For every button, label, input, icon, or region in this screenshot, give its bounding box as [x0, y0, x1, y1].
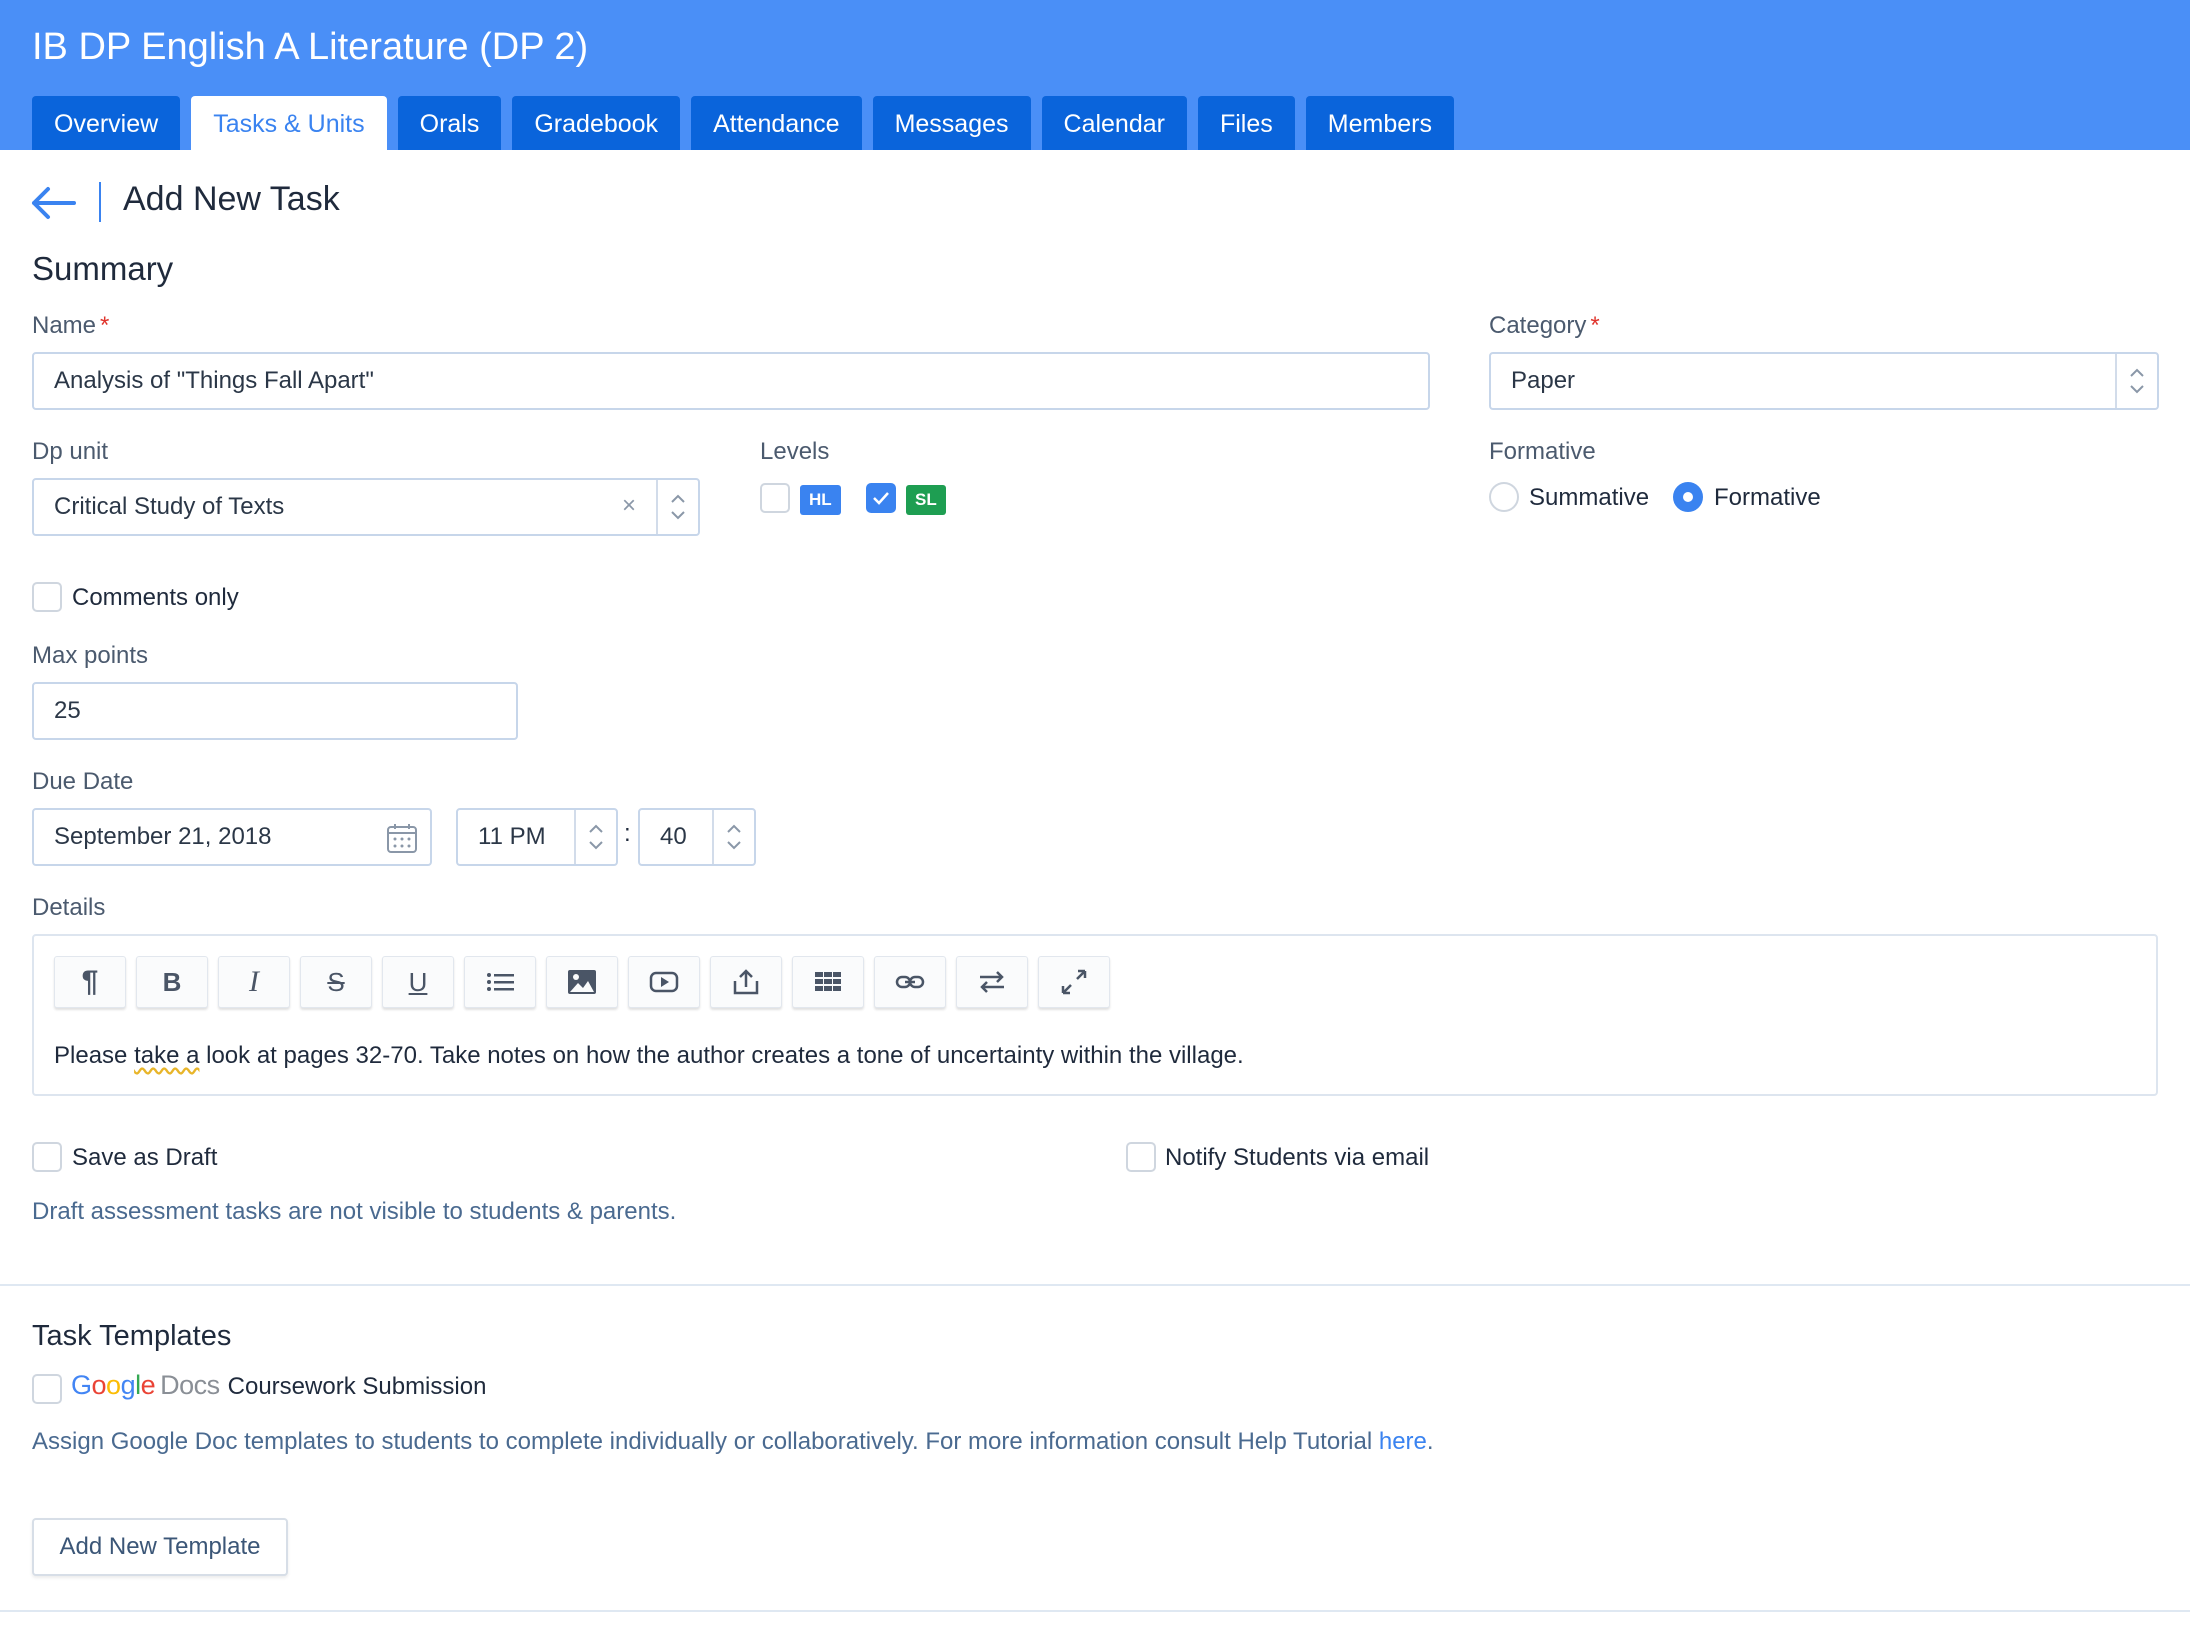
chevron-down-icon [589, 841, 603, 850]
due-date-label: Due Date [32, 768, 134, 795]
formative-label: Formative [1489, 438, 1596, 465]
max-points-input[interactable]: 25 [32, 682, 518, 740]
dp-unit-value: Critical Study of Texts [54, 493, 285, 520]
due-date-value: September 21, 2018 [54, 823, 272, 850]
chevron-up-icon [727, 824, 741, 833]
checkmark-icon [873, 492, 889, 505]
notify-students-label: Notify Students via email [1165, 1144, 1430, 1171]
due-minute-input[interactable]: 40 [638, 808, 756, 866]
swap-icon[interactable] [956, 956, 1028, 1008]
tab-tasks-units[interactable]: Tasks & Units [191, 96, 387, 150]
tab-overview[interactable]: Overview [32, 96, 181, 150]
dp-unit-select[interactable]: Critical Study of Texts × [32, 478, 700, 536]
save-draft-label: Save as Draft [72, 1144, 218, 1171]
task-templates-heading: Task Templates [32, 1320, 232, 1352]
underline-icon[interactable]: U [382, 956, 454, 1008]
bottom-divider [0, 1610, 2190, 1612]
category-value: Paper [1511, 367, 1576, 394]
tab-attendance[interactable]: Attendance [691, 96, 862, 150]
required-marker: * [1590, 312, 1600, 339]
chevron-down-icon [727, 841, 741, 850]
templates-info: Assign Google Doc templates to students … [32, 1428, 1434, 1455]
tab-gradebook[interactable]: Gradebook [512, 96, 681, 150]
upload-icon[interactable] [710, 956, 782, 1008]
italic-icon[interactable]: I [218, 956, 290, 1008]
chevron-up-icon [2130, 368, 2144, 377]
comments-only-checkbox[interactable] [32, 582, 62, 612]
comments-only-label: Comments only [72, 584, 239, 611]
chevron-down-icon [671, 511, 685, 520]
level-hl-badge: HL [800, 485, 841, 515]
category-select[interactable]: Paper [1489, 352, 2159, 410]
level-sl-checkbox[interactable] [866, 483, 896, 513]
chevron-up-icon [671, 494, 685, 503]
formative-radio[interactable] [1673, 482, 1703, 512]
summary-heading: Summary [32, 250, 174, 287]
image-icon[interactable] [546, 956, 618, 1008]
course-tabs: Overview Tasks & Units Orals Gradebook A… [32, 96, 1454, 150]
due-date-input[interactable]: September 21, 2018 [32, 808, 432, 866]
title-divider [99, 182, 101, 222]
summative-radio[interactable] [1489, 482, 1519, 512]
section-divider [0, 1284, 2190, 1286]
draft-note: Draft assessment tasks are not visible t… [32, 1198, 677, 1225]
max-points-value: 25 [54, 697, 81, 724]
course-title: IB DP English A Literature (DP 2) [32, 26, 589, 68]
add-new-template-button[interactable]: Add New Template [32, 1518, 288, 1576]
strikethrough-icon[interactable]: S [300, 956, 372, 1008]
editor-toolbar: ¶ B I S U [54, 956, 1110, 1008]
link-icon[interactable] [874, 956, 946, 1008]
clear-icon[interactable]: × [622, 492, 636, 520]
name-value: Analysis of "Things Fall Apart" [54, 367, 374, 394]
chevron-up-icon [589, 824, 603, 833]
google-docs-option: Google Docs Coursework Submission [71, 1370, 486, 1401]
paragraph-icon[interactable]: ¶ [54, 956, 126, 1008]
required-marker: * [100, 312, 110, 339]
level-sl-badge: SL [906, 485, 946, 515]
google-docs-logo: Google Docs [71, 1370, 220, 1400]
level-hl-checkbox[interactable] [760, 483, 790, 513]
page-title: Add New Task [123, 180, 340, 218]
fullscreen-icon[interactable] [1038, 956, 1110, 1008]
details-editor[interactable]: ¶ B I S U Please take a look at pages 32… [32, 934, 2158, 1096]
name-input[interactable]: Analysis of "Things Fall Apart" [32, 352, 1430, 410]
levels-label: Levels [760, 438, 830, 465]
summative-option-label: Summative [1529, 484, 1650, 511]
category-label: Category * [1489, 312, 1600, 339]
tab-calendar[interactable]: Calendar [1041, 96, 1187, 150]
calendar-icon[interactable] [386, 822, 418, 854]
due-minute-value: 40 [660, 823, 687, 850]
back-arrow-icon[interactable] [30, 184, 76, 222]
course-header: IB DP English A Literature (DP 2) Overvi… [0, 0, 2190, 150]
tab-files[interactable]: Files [1197, 96, 1295, 150]
max-points-label: Max points [32, 642, 149, 669]
dp-unit-spinner[interactable] [656, 480, 698, 534]
name-label: Name * [32, 312, 110, 339]
bold-icon[interactable]: B [136, 956, 208, 1008]
details-label: Details [32, 894, 106, 921]
save-draft-checkbox[interactable] [32, 1142, 62, 1172]
time-separator: : [624, 820, 631, 847]
due-minute-spinner[interactable] [712, 810, 754, 864]
tab-orals[interactable]: Orals [397, 96, 502, 150]
notify-students-checkbox[interactable] [1126, 1142, 1156, 1172]
formative-option-label: Formative [1714, 484, 1821, 511]
due-hour-input[interactable]: 11 PM [456, 808, 618, 866]
tab-members[interactable]: Members [1305, 96, 1454, 150]
video-icon[interactable] [628, 956, 700, 1008]
list-icon[interactable] [464, 956, 536, 1008]
due-hour-value: 11 PM [478, 823, 546, 850]
google-docs-checkbox[interactable] [32, 1374, 62, 1404]
tab-messages[interactable]: Messages [872, 96, 1031, 150]
table-icon[interactable] [792, 956, 864, 1008]
category-spinner[interactable] [2115, 354, 2157, 408]
help-tutorial-link[interactable]: here [1379, 1428, 1427, 1455]
coursework-label: Coursework Submission [227, 1373, 487, 1400]
due-hour-spinner[interactable] [574, 810, 616, 864]
dp-unit-label: Dp unit [32, 438, 109, 465]
chevron-down-icon [2130, 385, 2144, 394]
spelling-mark: take a [134, 1042, 200, 1069]
details-text[interactable]: Please take a look at pages 32-70. Take … [54, 1042, 1244, 1070]
